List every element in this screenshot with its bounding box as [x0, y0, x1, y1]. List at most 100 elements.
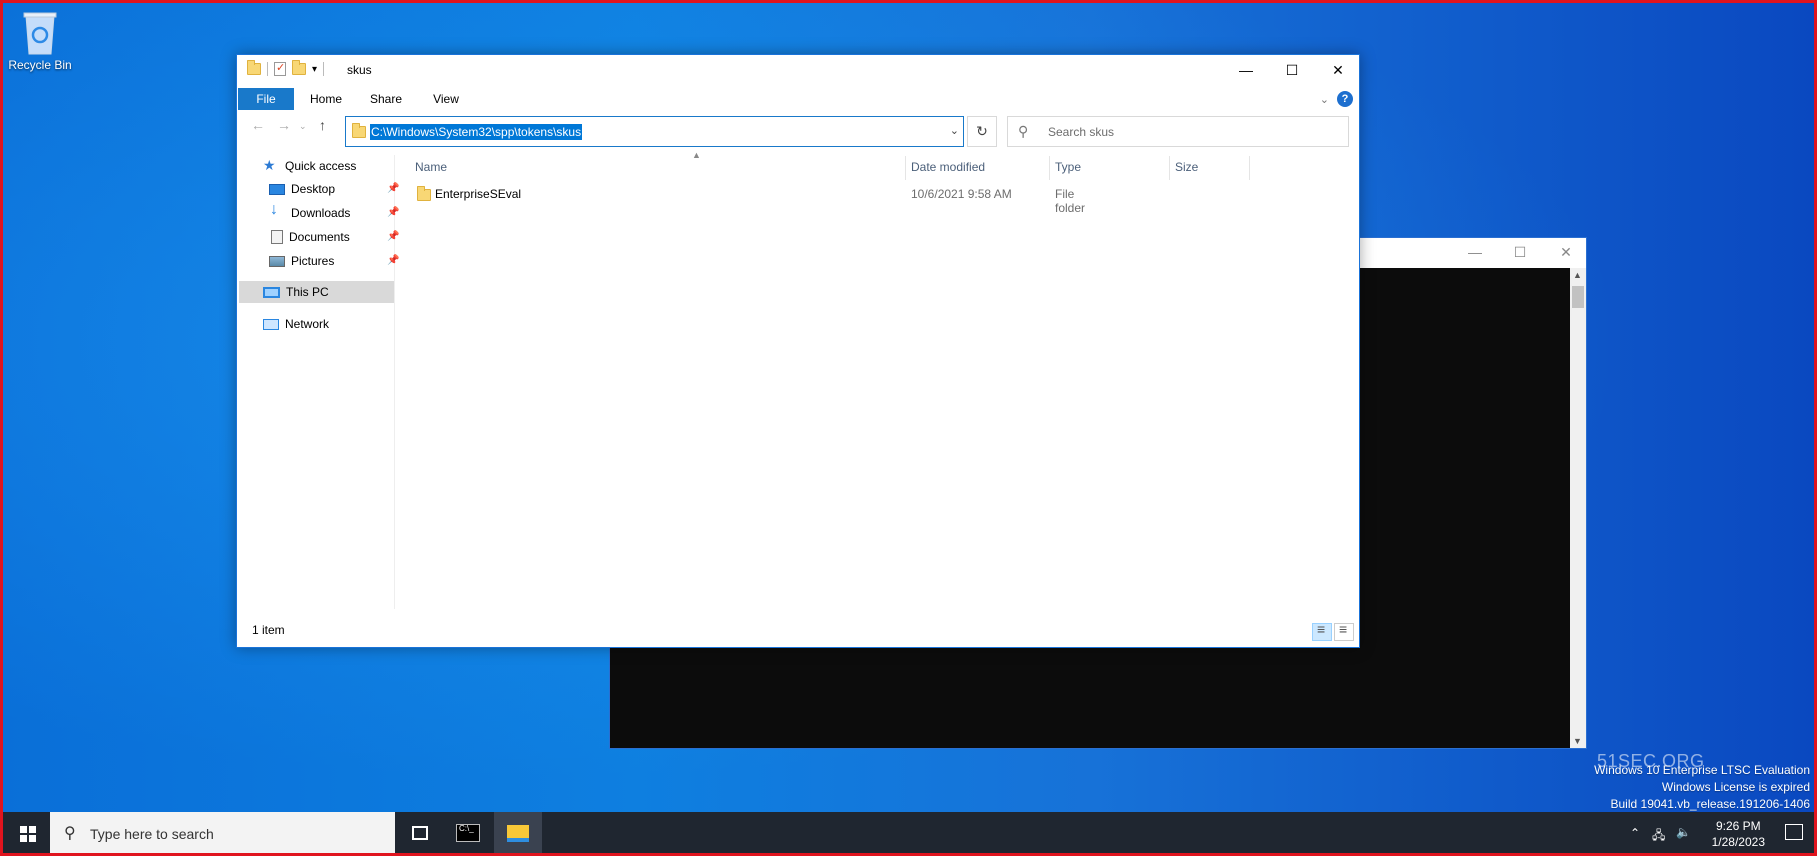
- expand-ribbon-icon[interactable]: ⌄: [1320, 93, 1329, 106]
- document-icon: [271, 230, 283, 244]
- address-path[interactable]: C:\Windows\System32\spp\tokens\skus: [370, 124, 583, 140]
- address-bar[interactable]: C:\Windows\System32\spp\tokens\skus ⌄: [345, 116, 964, 147]
- nav-label: Network: [285, 317, 330, 331]
- ribbon-controls: ⌄ ?: [1320, 91, 1353, 107]
- folder-icon: [247, 60, 261, 75]
- recycle-bin-label: Recycle Bin: [8, 58, 72, 72]
- explorer-titlebar[interactable]: ▾ skus — ☐ ✕: [237, 55, 1359, 85]
- nav-documents[interactable]: Documents 📌: [269, 226, 399, 248]
- divider: [905, 156, 906, 180]
- task-view-icon: [412, 826, 428, 840]
- windows-logo-icon: [20, 826, 36, 842]
- file-type: File folder: [1055, 187, 1086, 215]
- console-minimize-icon[interactable]: —: [1465, 244, 1485, 262]
- nav-this-pc[interactable]: This PC: [239, 281, 394, 303]
- taskbar-explorer-button[interactable]: [494, 812, 542, 856]
- tab-file[interactable]: File: [238, 88, 294, 110]
- start-button[interactable]: [8, 812, 48, 856]
- volume-muted-icon[interactable]: 🔈: [1676, 825, 1691, 856]
- search-icon: ⚲: [1018, 123, 1029, 139]
- window-title: skus: [347, 63, 372, 77]
- search-placeholder: Search skus: [1048, 125, 1115, 139]
- folder-icon: [352, 123, 366, 138]
- navigation-pane: Quick access Desktop 📌 Downloads 📌 Docum…: [237, 154, 399, 609]
- folder-icon: [417, 186, 431, 201]
- console-close-icon[interactable]: ✕: [1556, 244, 1576, 262]
- nav-pictures[interactable]: Pictures 📌: [269, 250, 399, 272]
- desktop-icon: [269, 184, 285, 195]
- search-box[interactable]: ⚲ Search skus: [1007, 116, 1349, 147]
- column-name[interactable]: Name: [415, 160, 447, 174]
- console-scrollbar[interactable]: ▲ ▼: [1570, 268, 1586, 748]
- nav-network[interactable]: Network: [263, 313, 329, 335]
- nav-label: Documents: [289, 230, 350, 244]
- recycle-bin-shortcut[interactable]: Recycle Bin: [6, 8, 74, 72]
- nav-label: Pictures: [291, 254, 335, 268]
- divider: [1169, 156, 1170, 180]
- divider: [323, 62, 325, 76]
- star-icon: [263, 154, 279, 176]
- tab-view[interactable]: View: [421, 88, 471, 110]
- network-status-icon[interactable]: 🖧: [1652, 826, 1665, 856]
- nav-label: This PC: [286, 285, 329, 299]
- watermark-line: Build 19041.vb_release.191206-1406: [1610, 797, 1811, 811]
- taskbar-search-box[interactable]: ⚲ Type here to search: [50, 812, 395, 856]
- file-explorer-icon: [507, 825, 529, 842]
- taskbar-search-placeholder: Type here to search: [90, 826, 214, 842]
- scroll-thumb[interactable]: [1572, 286, 1584, 308]
- nav-label: Quick access: [285, 159, 357, 173]
- up-arrow-icon[interactable]: ↑: [319, 117, 326, 133]
- command-prompt-icon: C:\_: [456, 824, 480, 842]
- system-clock[interactable]: 9:26 PM 1/28/2023: [1712, 818, 1765, 850]
- divider: [1049, 156, 1050, 180]
- scroll-up-icon[interactable]: ▲: [1573, 270, 1582, 280]
- customize-dropdown-icon[interactable]: ▾: [312, 64, 317, 75]
- taskbar-console-button[interactable]: C:\_: [444, 812, 492, 856]
- new-folder-icon[interactable]: [292, 60, 306, 75]
- console-maximize-icon[interactable]: ☐: [1510, 244, 1530, 262]
- pin-icon: 📌: [387, 255, 400, 266]
- help-icon[interactable]: ?: [1337, 91, 1353, 107]
- pin-icon: 📌: [387, 207, 400, 218]
- pictures-icon: [269, 256, 285, 267]
- watermark-line: Windows License is expired: [1661, 780, 1810, 794]
- back-arrow-icon[interactable]: ←: [251, 117, 265, 133]
- maximize-button[interactable]: ☐: [1269, 55, 1315, 85]
- details-view-icon[interactable]: [1312, 621, 1332, 641]
- refresh-button[interactable]: ↻: [967, 116, 997, 147]
- properties-icon[interactable]: [274, 61, 286, 76]
- search-icon: ⚲: [64, 825, 76, 842]
- recent-locations-icon[interactable]: ⌄: [299, 121, 307, 132]
- status-bar: 1 item: [237, 613, 1359, 647]
- column-size[interactable]: Size: [1175, 160, 1198, 174]
- close-button[interactable]: ✕: [1315, 55, 1361, 85]
- scroll-down-icon[interactable]: ▼: [1573, 736, 1582, 746]
- show-hidden-icons-icon[interactable]: ⌃: [1630, 826, 1640, 856]
- action-center-icon[interactable]: [1785, 824, 1803, 840]
- divider: [267, 62, 268, 76]
- nav-label: Desktop: [291, 182, 336, 196]
- file-explorer-window[interactable]: ▾ skus — ☐ ✕ File Home Share View ⌄ ? ← …: [236, 54, 1360, 648]
- tab-home[interactable]: Home: [301, 88, 351, 110]
- quick-access-toolbar: ▾: [247, 60, 325, 76]
- minimize-button[interactable]: —: [1223, 55, 1269, 85]
- watermark-line: Windows 10 Enterprise LTSC Evaluation: [1594, 763, 1810, 777]
- computer-icon: [263, 287, 280, 298]
- clock-date: 1/28/2023: [1711, 835, 1765, 849]
- clock-time: 9:26 PM: [1715, 819, 1761, 833]
- forward-arrow-icon[interactable]: →: [277, 117, 291, 133]
- tab-share[interactable]: Share: [361, 88, 411, 110]
- recycle-bin-icon: [20, 8, 60, 56]
- taskbar: ⚲ Type here to search C:\_ ⌃ 🖧 🔈 9:26 PM…: [0, 812, 1817, 856]
- column-date-modified[interactable]: Date modified: [911, 160, 985, 174]
- item-count: 1 item: [252, 623, 285, 637]
- address-dropdown-icon[interactable]: ⌄: [950, 124, 959, 137]
- task-view-button[interactable]: [396, 812, 444, 856]
- file-name[interactable]: EnterpriseSEval: [435, 187, 521, 201]
- nav-downloads[interactable]: Downloads 📌: [269, 199, 399, 224]
- column-type[interactable]: Type: [1055, 160, 1081, 174]
- nav-quick-access[interactable]: Quick access: [263, 154, 357, 177]
- table-row[interactable]: EnterpriseSEval 10/6/2021 9:58 AM File f…: [397, 183, 1085, 215]
- large-icons-view-icon[interactable]: [1334, 621, 1354, 641]
- nav-desktop[interactable]: Desktop 📌: [269, 178, 399, 200]
